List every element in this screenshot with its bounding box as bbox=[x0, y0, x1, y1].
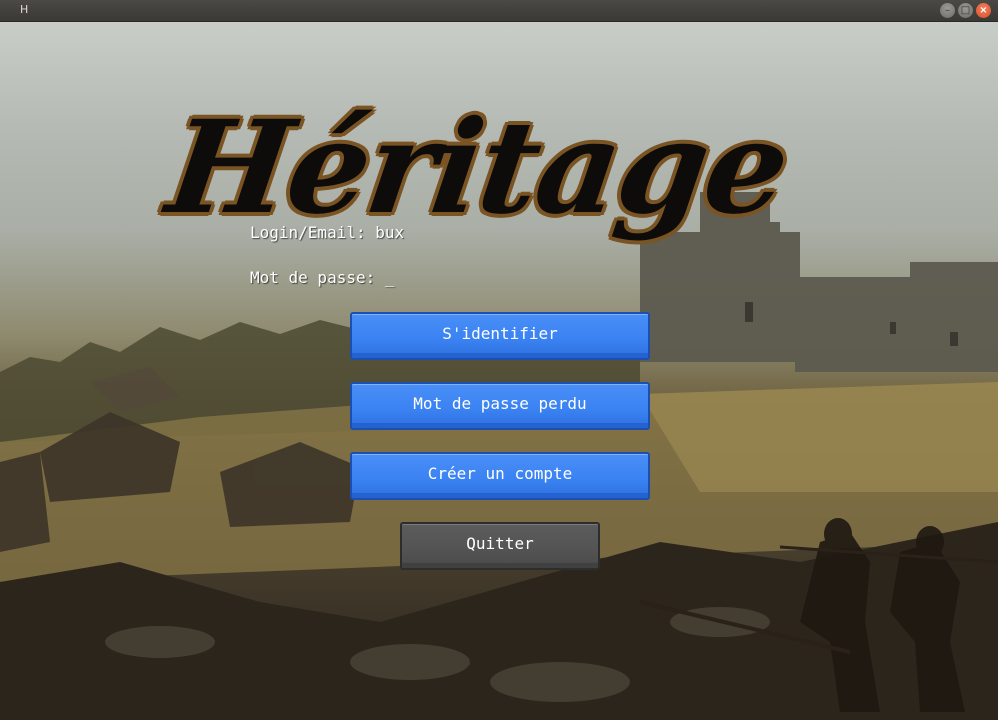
login-value[interactable]: bux bbox=[375, 223, 404, 242]
login-button[interactable]: S'identifier bbox=[350, 312, 650, 360]
game-window: H – □ × Héritage Login/Email: bux Mot de… bbox=[0, 0, 998, 720]
close-icon[interactable]: × bbox=[976, 3, 991, 18]
password-field[interactable]: Mot de passe: _ bbox=[250, 268, 395, 287]
quit-button[interactable]: Quitter bbox=[400, 522, 600, 570]
login-label: Login/Email: bbox=[250, 223, 376, 242]
maximize-icon[interactable]: □ bbox=[958, 3, 973, 18]
background-scene: Héritage Login/Email: bux Mot de passe: … bbox=[0, 22, 998, 720]
window-titlebar: H – □ × bbox=[0, 0, 998, 22]
login-field[interactable]: Login/Email: bux bbox=[250, 223, 404, 242]
password-label: Mot de passe: bbox=[250, 268, 385, 287]
minimize-icon[interactable]: – bbox=[940, 3, 955, 18]
game-logo: Héritage bbox=[159, 93, 796, 243]
password-value[interactable]: _ bbox=[385, 268, 395, 287]
window-title: H bbox=[20, 3, 29, 16]
create-account-button[interactable]: Créer un compte bbox=[350, 452, 650, 500]
lost-password-button[interactable]: Mot de passe perdu bbox=[350, 382, 650, 430]
